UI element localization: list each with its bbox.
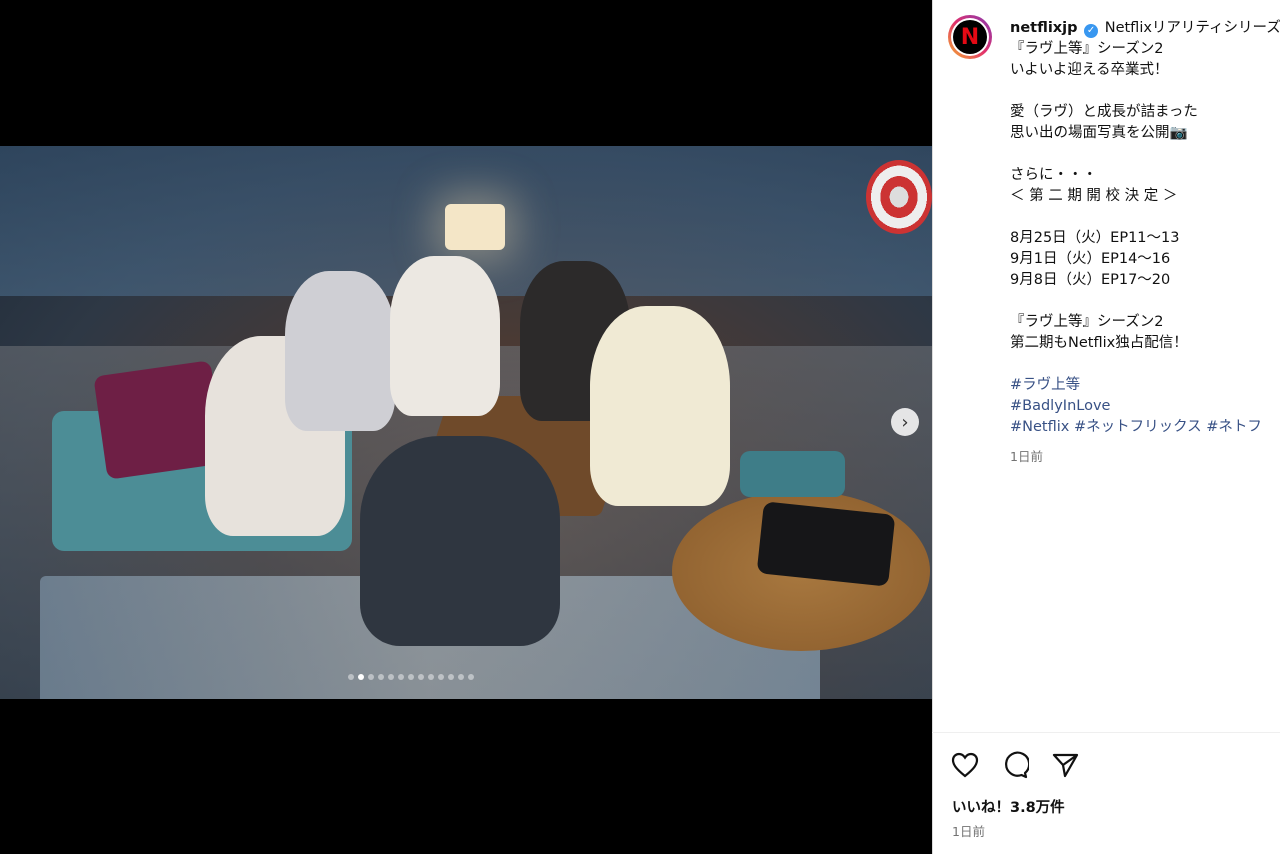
carousel-dot — [358, 674, 364, 680]
like-button[interactable] — [950, 750, 980, 780]
caption-line — [1010, 354, 1280, 375]
photo-person — [285, 271, 395, 431]
caption-line — [1010, 291, 1280, 312]
caption-timestamp[interactable]: 1日前 — [1010, 446, 1043, 465]
username-link[interactable]: netflixjp — [1010, 20, 1078, 36]
caption-line: いよいよ迎える卒業式！ — [1010, 62, 1169, 78]
avatar[interactable]: N — [948, 15, 992, 59]
carousel-dot — [368, 674, 374, 680]
like-count[interactable]: いいね！3.8万件 — [952, 796, 1065, 817]
caption-first-text: Netflixリアリティシリーズ — [1104, 20, 1280, 36]
photo-lamp — [445, 204, 505, 250]
photo-pillow-teal — [740, 451, 845, 497]
share-button[interactable] — [1050, 750, 1080, 780]
caption-line: さらに・・・ — [1010, 167, 1097, 183]
hashtag-link[interactable]: #BadlyInLove — [1010, 396, 1280, 417]
heart-icon — [951, 752, 979, 778]
panel-divider — [932, 732, 1280, 733]
share-icon — [1052, 753, 1079, 778]
caption-line: ＜ 第 二 期 開 校 決 定 ＞ — [1010, 188, 1178, 204]
post-photo[interactable] — [0, 146, 932, 699]
carousel-dot — [348, 674, 354, 680]
caption-line: 9月8日（火）EP17〜20 — [1010, 272, 1171, 288]
caption-line — [1010, 81, 1280, 102]
hashtag-link[interactable]: #Netflix #ネットフリックス #ネトフ — [1010, 417, 1280, 438]
photo-dartboard — [866, 160, 932, 234]
photo-person — [360, 436, 560, 646]
carousel-next-button[interactable]: › — [891, 408, 919, 436]
photo-pillow-dark — [756, 501, 896, 587]
caption-line: 8月25日（火）EP11〜13 — [1010, 230, 1180, 246]
carousel-dot — [448, 674, 454, 680]
caption-first-line: netflixjp ✓ Netflixリアリティシリーズ — [1010, 18, 1280, 39]
carousel-dot — [398, 674, 404, 680]
carousel-dot — [468, 674, 474, 680]
caption-line: 9月1日（火）EP14〜16 — [1010, 251, 1171, 267]
caption-line: 『ラヴ上等』シーズン2 — [1010, 41, 1164, 57]
caption-line: 思い出の場面写真を公開📷 — [1010, 125, 1188, 141]
caption-line — [1010, 144, 1280, 165]
chevron-right-icon: › — [901, 411, 909, 433]
hashtag-link[interactable]: #ラヴ上等 — [1010, 375, 1280, 396]
carousel-dot — [378, 674, 384, 680]
comment-icon — [1005, 751, 1029, 779]
carousel-dot — [388, 674, 394, 680]
caption-line: 第二期もNetflix独占配信！ — [1010, 335, 1188, 351]
carousel-dot — [418, 674, 424, 680]
netflix-logo-icon: N — [953, 20, 987, 54]
caption-line — [1010, 207, 1280, 228]
carousel-dot — [458, 674, 464, 680]
avatar-ring: N — [951, 18, 989, 56]
caption-line: 愛（ラヴ）と成長が詰まった — [1010, 104, 1198, 120]
verified-badge-icon: ✓ — [1084, 24, 1099, 38]
carousel-dot — [438, 674, 444, 680]
action-bar — [950, 750, 1080, 780]
media-area: › — [0, 0, 932, 854]
comment-button[interactable] — [1000, 750, 1030, 780]
photo-person — [390, 256, 500, 416]
carousel-dots — [348, 674, 474, 680]
post-date: 1日前 — [952, 824, 985, 839]
carousel-dot — [428, 674, 434, 680]
caption-line: 『ラヴ上等』シーズン2 — [1010, 314, 1164, 330]
photo-person — [590, 306, 730, 506]
post-caption: netflixjp ✓ Netflixリアリティシリーズ 『ラヴ上等』シーズン2… — [1010, 18, 1280, 438]
carousel-dot — [408, 674, 414, 680]
